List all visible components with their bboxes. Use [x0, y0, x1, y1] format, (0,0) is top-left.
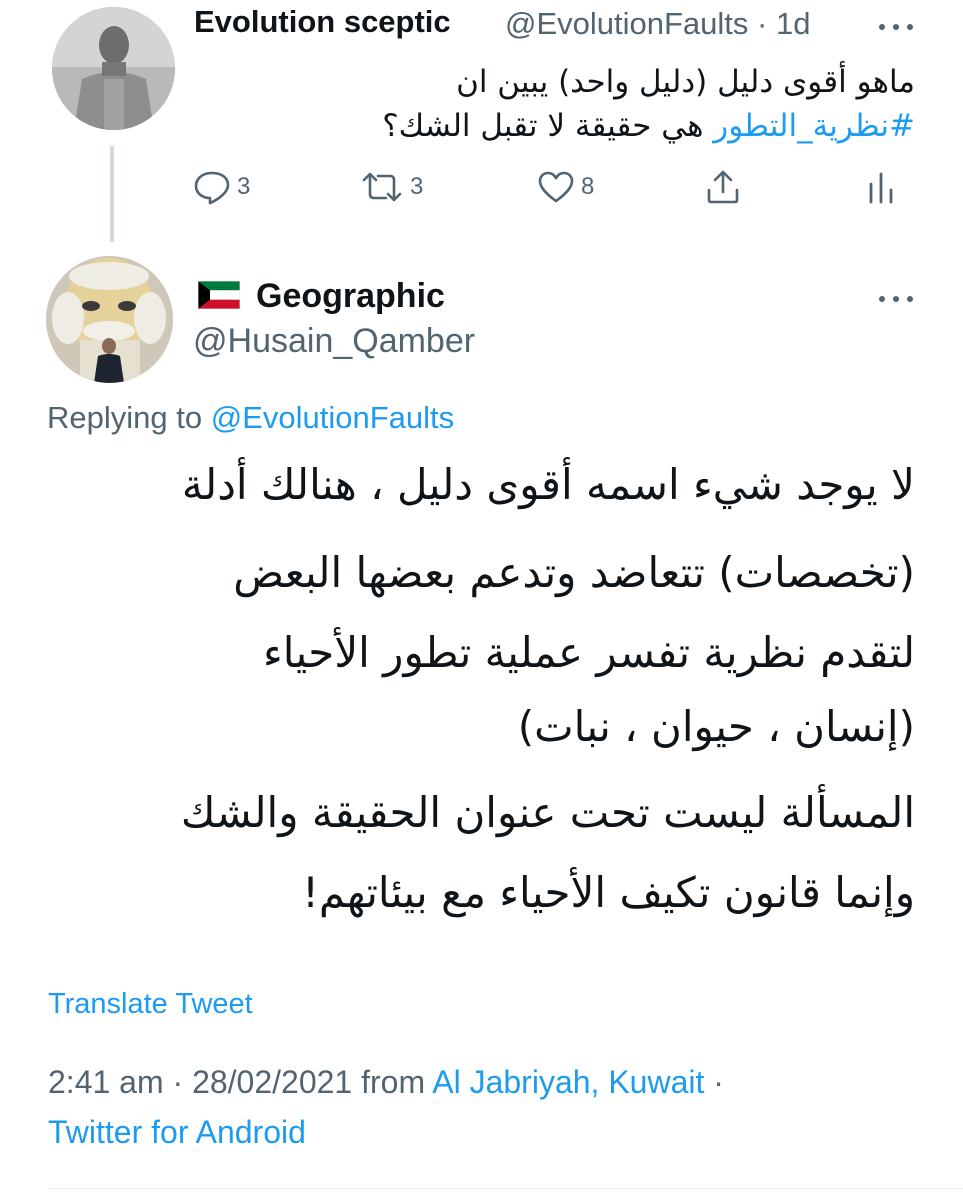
share-button[interactable]	[704, 167, 742, 207]
more-options-icon[interactable]	[876, 20, 916, 34]
reply-tweet-line: لتقدم نظرية تفسر عملية تطور الأحياء	[263, 628, 915, 677]
avatar[interactable]	[52, 7, 175, 130]
replying-to-label: Replying to	[47, 400, 203, 435]
separator-dot: ·	[713, 1064, 724, 1100]
avatar-photo	[52, 7, 175, 130]
tweet-timestamp[interactable]: 2:41 am · 28/02/2021	[48, 1064, 352, 1100]
reply-tweet-line: (تخصصات) تتعاضد وتدعم بعضها البعض	[233, 548, 915, 597]
heart-icon	[538, 171, 574, 203]
parent-tweet-line: ماهو أقوى دليل (دليل واحد) يبين ان	[456, 64, 915, 100]
reply-count: 3	[237, 173, 251, 200]
parent-author-handle[interactable]: @EvolutionFaults · 1d	[505, 6, 810, 42]
retweet-icon	[362, 172, 402, 202]
more-options-icon[interactable]	[876, 292, 916, 306]
translate-tweet-link[interactable]: Translate Tweet	[48, 988, 253, 1021]
parent-author-name[interactable]: Evolution sceptic	[194, 4, 451, 40]
parent-tweet-line-rest: هي حقيقة لا تقبل الشك؟	[382, 108, 704, 144]
avatar-photo	[46, 256, 173, 383]
from-label: from	[361, 1064, 426, 1100]
tweet-metadata: 2:41 am · 28/02/2021 from Al Jabriyah, K…	[48, 1064, 724, 1101]
replying-to: Replying to @EvolutionFaults	[47, 400, 454, 436]
reply-tweet-line: لا يوجد شيء اسمه أقوى دليل ، هنالك أدلة	[181, 460, 915, 509]
share-icon	[707, 170, 739, 204]
retweet-count: 3	[410, 173, 424, 200]
avatar[interactable]	[46, 256, 173, 383]
retweet-button[interactable]: 3	[360, 167, 423, 207]
reply-author-handle[interactable]: @Husain_Qamber	[193, 322, 475, 361]
analytics-button[interactable]	[866, 167, 896, 207]
location-link[interactable]: Al Jabriyah, Kuwait	[432, 1064, 704, 1100]
tweet-source-link[interactable]: Twitter for Android	[48, 1114, 306, 1151]
reply-tweet-line: وإنما قانون تكيف الأحياء مع بيئاتهم!	[302, 868, 915, 917]
reply-tweet-line: المسألة ليست تحت عنوان الحقيقة والشك	[180, 788, 915, 837]
reply-tweet-line: (إنسان ، حيوان ، نبات)	[517, 702, 915, 751]
analytics-icon	[869, 172, 893, 204]
like-count: 8	[581, 173, 595, 200]
reply-icon	[194, 171, 230, 205]
kuwait-flag-icon	[197, 280, 241, 310]
thread-connector-line	[110, 146, 114, 242]
parent-tweet-text: ماهو أقوى دليل (دليل واحد) يبين ان #نظري…	[195, 60, 915, 148]
divider	[48, 1188, 963, 1189]
reply-button[interactable]: 3	[193, 167, 250, 207]
hashtag-link[interactable]: #نظرية_التطور	[713, 108, 915, 144]
replying-to-link[interactable]: @EvolutionFaults	[211, 400, 454, 435]
reply-author-name[interactable]: Geographic	[256, 277, 445, 316]
parent-tweet-line: #نظرية_التطور هي حقيقة لا تقبل الشك؟	[195, 104, 915, 148]
like-button[interactable]: 8	[537, 167, 594, 207]
